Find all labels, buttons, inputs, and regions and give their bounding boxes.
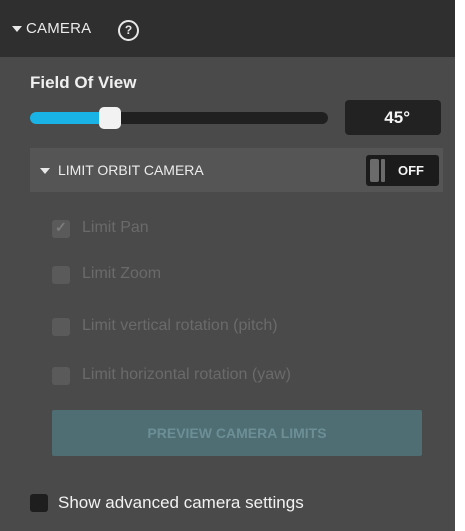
field-of-view-label: Field Of View (30, 73, 137, 92)
checkbox[interactable] (30, 494, 48, 512)
section-title: CAMERA (26, 20, 92, 37)
camera-panel: CAMERA ? Field Of View 45° LIMIT ORBIT C… (0, 0, 455, 531)
toggle-knob-divider (381, 159, 385, 182)
camera-section-header[interactable]: CAMERA ? (0, 0, 455, 57)
caret-down-icon[interactable] (40, 168, 50, 174)
preview-camera-limits-button[interactable]: PREVIEW CAMERA LIMITS (52, 410, 422, 456)
advanced-settings-label: Show advanced camera settings (58, 493, 304, 512)
fov-slider-fill (30, 112, 111, 124)
checkbox[interactable] (52, 318, 70, 336)
option-label: Limit Pan (82, 219, 149, 236)
option-label: Limit vertical rotation (pitch) (82, 317, 278, 334)
toggle-state-text: OFF (398, 163, 424, 178)
option-label: Limit horizontal rotation (yaw) (82, 366, 291, 383)
limit-orbit-camera-row[interactable]: LIMIT ORBIT CAMERA OFF (30, 148, 443, 192)
fov-value-input[interactable]: 45° (345, 100, 441, 135)
caret-down-icon[interactable] (12, 26, 22, 32)
checkbox[interactable] (52, 367, 70, 385)
toggle-knob (370, 159, 379, 182)
fov-slider-thumb[interactable] (99, 107, 122, 129)
checkbox[interactable] (52, 266, 70, 284)
limit-orbit-toggle[interactable]: OFF (366, 155, 439, 186)
option-label: Limit Zoom (82, 265, 162, 282)
limit-orbit-label: LIMIT ORBIT CAMERA (58, 162, 204, 178)
checkmark-icon: ✓ (55, 219, 67, 235)
help-icon[interactable]: ? (118, 20, 139, 41)
